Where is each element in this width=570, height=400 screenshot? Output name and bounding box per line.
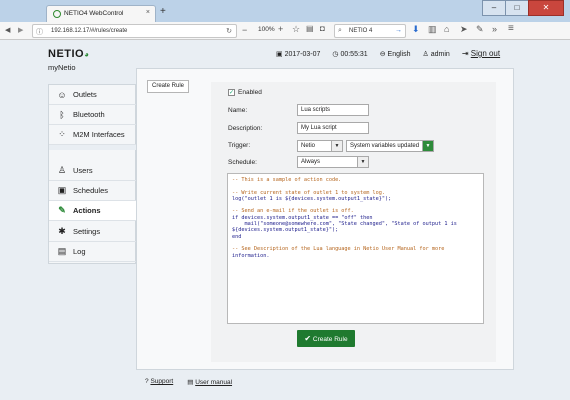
name-label: Name: bbox=[228, 107, 248, 114]
bluetooth-icon: ᛒ bbox=[59, 109, 65, 120]
url-text: 192.168.12.17/#/rules/create bbox=[51, 28, 128, 34]
close-window-button[interactable]: ✕ bbox=[528, 0, 564, 16]
help-icon: ? bbox=[145, 378, 149, 385]
sidebar-item-m2m[interactable]: ⁘ M2M Interfaces bbox=[49, 125, 137, 145]
new-tab-button[interactable]: + bbox=[160, 6, 166, 17]
minimize-button[interactable]: – bbox=[482, 0, 506, 16]
actions-icon: ✎ bbox=[58, 205, 66, 215]
description-input[interactable]: My Lua script bbox=[297, 122, 369, 134]
users-icon: ♙ bbox=[57, 165, 67, 175]
sidebar-item-bluetooth[interactable]: ᛒ Bluetooth bbox=[49, 105, 137, 125]
reader-icon[interactable]: ▤ bbox=[306, 24, 314, 33]
name-input[interactable]: Lua scripts bbox=[297, 104, 369, 116]
zoom-in-icon[interactable]: + bbox=[278, 24, 283, 34]
window-controls: – □ ✕ bbox=[482, 0, 564, 16]
document-icon: ▤ bbox=[187, 379, 194, 386]
search-text: NETIO 4 bbox=[349, 28, 373, 34]
extension-icon[interactable]: ✎ bbox=[476, 24, 484, 35]
sidebar-item-schedules[interactable]: ▣ Schedules bbox=[49, 181, 137, 201]
description-label: Description: bbox=[228, 125, 263, 132]
support-link[interactable]: ? Support bbox=[145, 378, 173, 386]
user-manual-link[interactable]: ▤ User manual bbox=[187, 378, 232, 386]
enabled-checkbox[interactable]: ✓ bbox=[228, 89, 235, 96]
user-icon: ♙ bbox=[422, 50, 429, 58]
netio-logo-icon: ◕ bbox=[84, 50, 90, 59]
log-icon: ▤ bbox=[57, 246, 67, 256]
tab-close-icon[interactable]: × bbox=[146, 9, 150, 16]
download-icon[interactable]: ⬇ bbox=[412, 24, 420, 35]
menu-icon[interactable]: ≡ bbox=[508, 23, 514, 34]
browser-tab[interactable]: NETIO4 WebControl × bbox=[46, 5, 156, 22]
tab-title: NETIO4 WebControl bbox=[64, 10, 124, 17]
language-selector[interactable]: ⊖ English bbox=[380, 50, 411, 58]
enabled-label: Enabled bbox=[238, 89, 262, 96]
trigger-label: Trigger: bbox=[228, 142, 251, 149]
device-name: myNetio bbox=[48, 63, 76, 72]
reload-icon[interactable]: ↻ bbox=[226, 27, 232, 35]
schedules-icon: ▣ bbox=[57, 185, 67, 195]
date-info: ▣ 2017-03-07 bbox=[276, 50, 321, 58]
pocket-icon[interactable]: ◘ bbox=[320, 24, 325, 33]
info-icon: ⓘ bbox=[36, 29, 43, 36]
sidebar-item-users[interactable]: ♙ Users bbox=[49, 161, 137, 181]
send-icon[interactable]: ➤ bbox=[460, 24, 468, 35]
m2m-icon: ⁘ bbox=[58, 129, 66, 139]
sidebar: ☺ Outlets ᛒ Bluetooth ⁘ M2M Interfaces ♙ Use… bbox=[48, 84, 139, 264]
search-icon: ⌕ bbox=[338, 27, 342, 34]
settings-icon: ✱ bbox=[58, 226, 66, 236]
forward-icon[interactable]: ▶ bbox=[18, 26, 23, 34]
sidebar-gap bbox=[49, 145, 137, 150]
sidebar-item-settings[interactable]: ✱ Settings bbox=[49, 222, 137, 242]
schedule-label: Schedule: bbox=[228, 159, 257, 166]
chevron-down-icon: ▼ bbox=[357, 157, 368, 167]
sign-out-icon: ⇥ bbox=[461, 49, 469, 58]
netio-favicon-icon bbox=[53, 10, 61, 18]
chevron-down-icon: ▼ bbox=[331, 141, 342, 151]
home-icon[interactable]: ⌂ bbox=[444, 24, 449, 34]
zoom-level[interactable]: 100% bbox=[258, 26, 275, 33]
checkmark-icon: ✔ bbox=[304, 334, 312, 343]
bookmark-star-icon[interactable]: ☆ bbox=[292, 24, 300, 35]
time-info: ◷ 00:55:31 bbox=[332, 50, 368, 58]
code-line: -- See Description of the Lua language i… bbox=[232, 246, 445, 253]
sidebar-item-actions[interactable]: ✎ Actions bbox=[49, 201, 139, 221]
search-input[interactable]: ⌕ NETIO 4 → bbox=[334, 24, 406, 38]
back-icon[interactable]: ◀ bbox=[5, 26, 10, 34]
footer: ? Support ▤ User manual bbox=[145, 378, 232, 386]
create-rule-button[interactable]: ✔ Create Rule bbox=[297, 330, 355, 347]
sidebar-item-outlets[interactable]: ☺ Outlets bbox=[49, 85, 137, 105]
schedule-select[interactable]: Always ▼ bbox=[297, 156, 369, 168]
search-go-icon[interactable]: → bbox=[395, 27, 402, 34]
zoom-out-icon[interactable]: − bbox=[242, 25, 247, 35]
chevron-down-icon: ▼ bbox=[422, 141, 433, 151]
code-line: information. bbox=[232, 252, 270, 259]
clock-icon: ◷ bbox=[332, 50, 339, 58]
overflow-icon[interactable]: » bbox=[492, 24, 497, 34]
brand-logo[interactable]: NETIO◕ bbox=[48, 48, 89, 60]
language-icon: ⊖ bbox=[379, 50, 386, 58]
trigger-event-select[interactable]: System variables updated ▼ bbox=[346, 140, 434, 152]
library-icon[interactable]: ▥ bbox=[428, 24, 437, 35]
sign-out-link[interactable]: ⇥ Sign out bbox=[462, 49, 500, 58]
outlets-icon: ☺ bbox=[57, 89, 67, 100]
create-rule-tab[interactable]: Create Rule bbox=[147, 80, 189, 93]
maximize-button[interactable]: □ bbox=[505, 0, 529, 16]
url-bar[interactable]: ⓘ 192.168.12.17/#/rules/create ↻ bbox=[32, 24, 237, 38]
code-editor[interactable]: -- This is a sample of action code. -- Wr… bbox=[227, 173, 484, 324]
sidebar-item-log[interactable]: ▤ Log bbox=[49, 242, 137, 262]
user-info[interactable]: ♙ admin bbox=[423, 50, 450, 58]
trigger-select[interactable]: Netio ▼ bbox=[297, 140, 343, 152]
header-info: ▣ 2017-03-07 ◷ 00:55:31 ⊖ English ♙ admi… bbox=[276, 49, 500, 58]
calendar-icon: ▣ bbox=[276, 50, 283, 58]
